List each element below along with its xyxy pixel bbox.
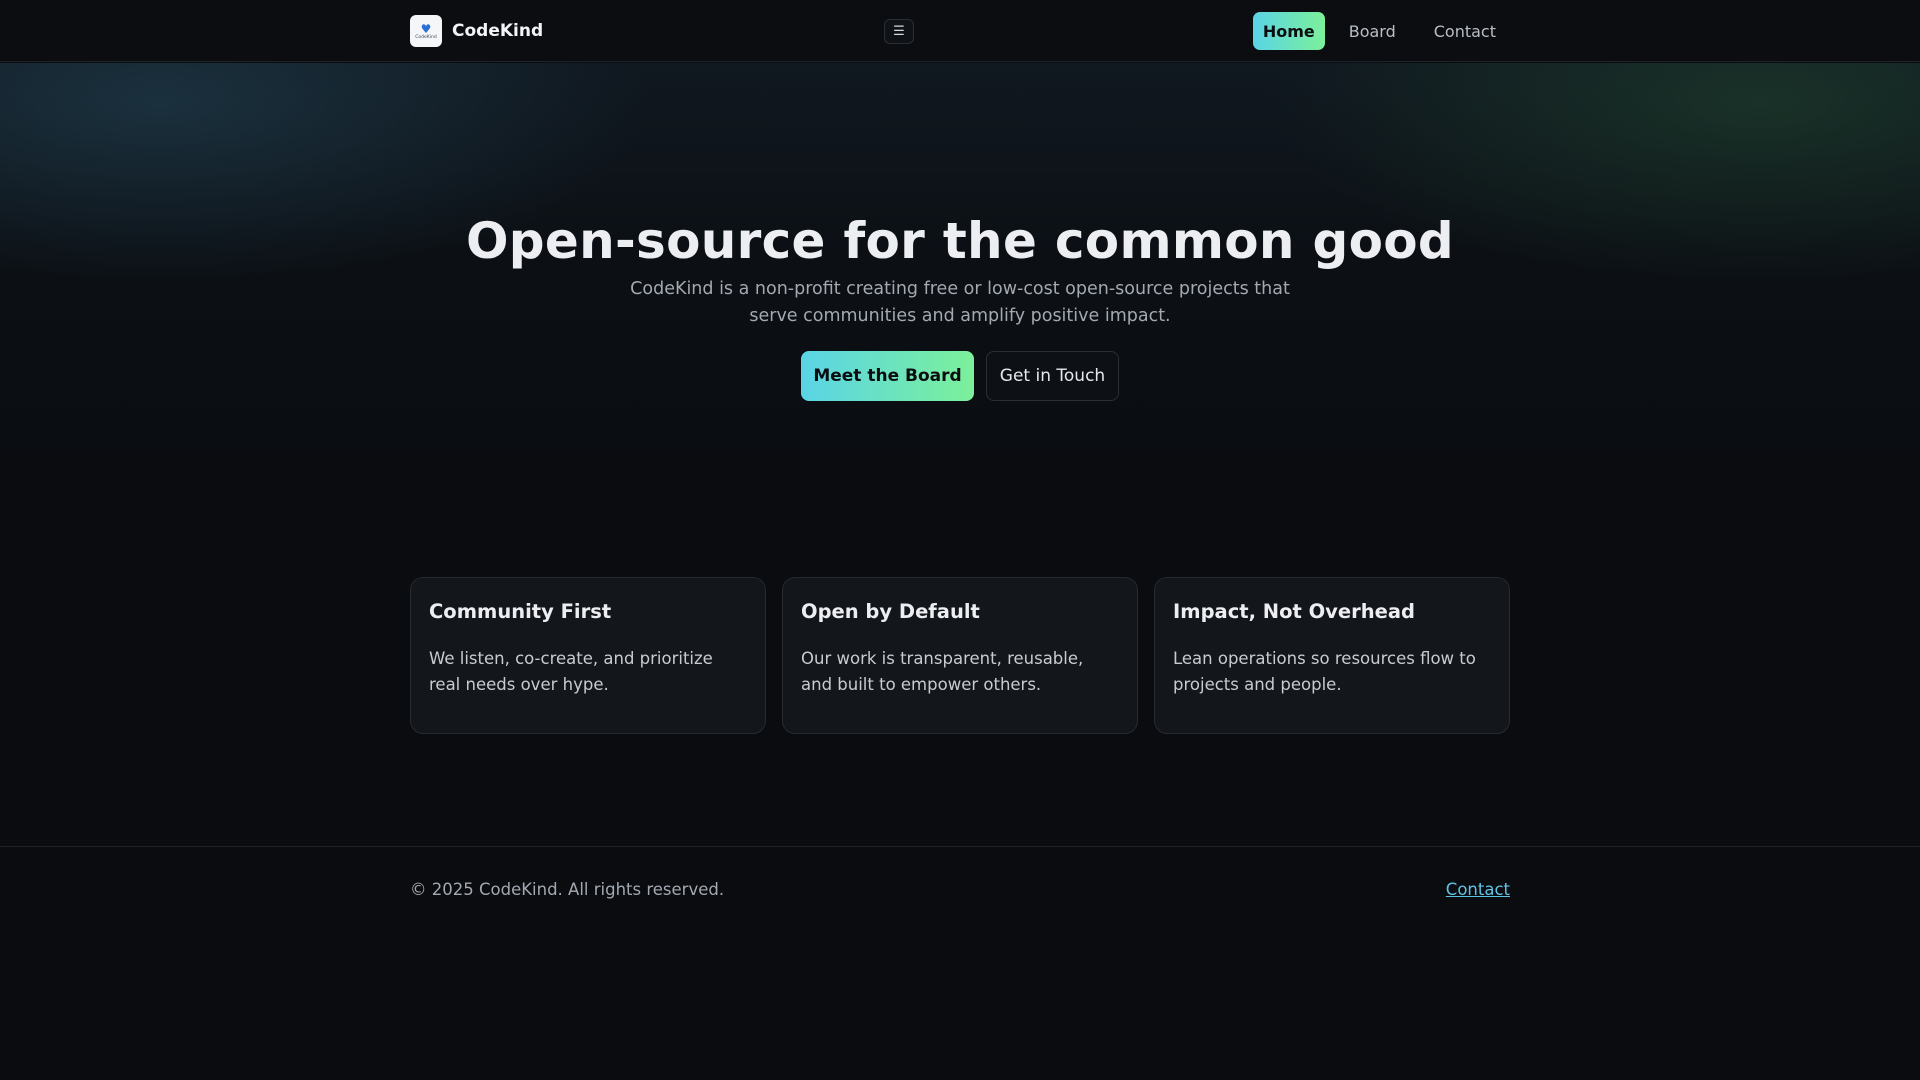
- card-text: Our work is transparent, reusable, and b…: [801, 649, 1084, 694]
- get-in-touch-button[interactable]: Get in Touch: [986, 351, 1119, 401]
- brand-name: CodeKind: [452, 21, 544, 41]
- card-text: Lean operations so resources flow to pro…: [1173, 649, 1476, 694]
- main-nav: Home Board Contact: [1252, 12, 1510, 50]
- page: ♥ CodeKind CodeKind ☰ Home Board Contact…: [0, 0, 1920, 1080]
- card-title: Impact, Not Overhead: [1173, 600, 1415, 623]
- logo-wordmark: CodeKind: [415, 34, 437, 40]
- card-title: Open by Default: [801, 600, 980, 623]
- copyright-text: © 2025 CodeKind. All rights reserved.: [410, 880, 725, 899]
- hamburger-icon: ☰: [893, 24, 905, 39]
- card-text: We listen, co-create, and prioritize rea…: [429, 649, 713, 694]
- meet-the-board-button[interactable]: Meet the Board: [801, 351, 974, 401]
- card-title: Community First: [429, 600, 612, 623]
- nav-link-home[interactable]: Home: [1252, 12, 1325, 50]
- nav-link-board[interactable]: Board: [1335, 12, 1410, 50]
- hero-subtitle: CodeKind is a non-profit creating free o…: [630, 279, 1290, 326]
- nav-link-contact[interactable]: Contact: [1420, 12, 1510, 50]
- hero-background: [0, 63, 1920, 483]
- heart-icon: ♥: [420, 21, 432, 36]
- footer-contact-link[interactable]: Contact: [1446, 880, 1510, 899]
- footer-divider: [0, 846, 1920, 847]
- value-card-open-by-default: Open by Default Our work is transparent,…: [782, 577, 1138, 734]
- menu-toggle-button[interactable]: ☰: [884, 19, 914, 44]
- brand[interactable]: ♥ CodeKind CodeKind: [410, 15, 543, 47]
- hero-title: Open-source for the common good: [466, 212, 1454, 270]
- value-card-impact-not-overhead: Impact, Not Overhead Lean operations so …: [1154, 577, 1510, 734]
- value-card-community-first: Community First We listen, co-create, an…: [410, 577, 766, 734]
- codekind-logo: ♥ CodeKind: [410, 15, 442, 47]
- top-navbar: ♥ CodeKind CodeKind ☰ Home Board Contact: [0, 0, 1920, 62]
